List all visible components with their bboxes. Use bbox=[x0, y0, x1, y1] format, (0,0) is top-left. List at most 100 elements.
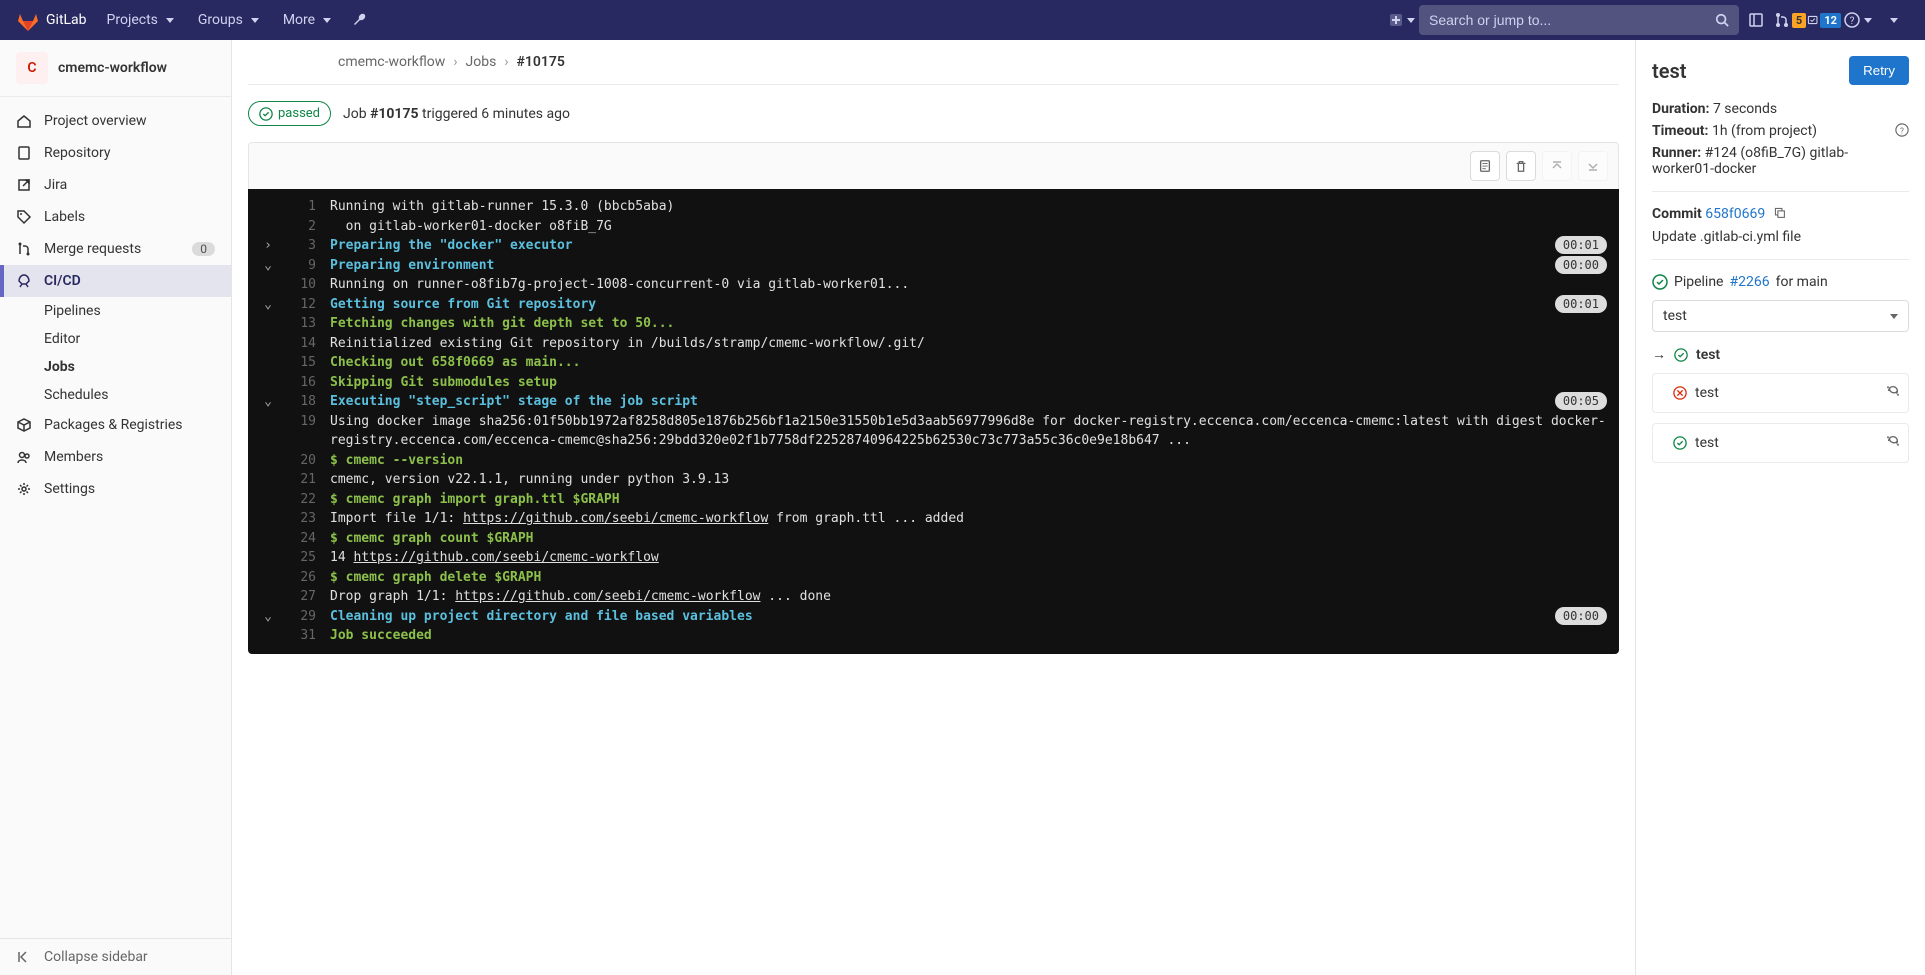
chevron-down-icon[interactable]: ⌄ bbox=[260, 295, 276, 315]
sidebar-item-packages-registries[interactable]: Packages & Registries bbox=[0, 409, 231, 441]
brand-text: GitLab bbox=[46, 12, 87, 28]
log-line: 2514 https://github.com/seebi/cmemc-work… bbox=[248, 548, 1619, 568]
sidebar-sub-jobs[interactable]: Jobs bbox=[0, 353, 231, 381]
log-line: ⌄12Getting source from Git repository00:… bbox=[248, 295, 1619, 315]
retry-icon[interactable] bbox=[1886, 384, 1900, 402]
sidebar-item-settings[interactable]: Settings bbox=[0, 473, 231, 505]
erase-log-button[interactable] bbox=[1506, 151, 1536, 181]
project-avatar: C bbox=[16, 52, 48, 84]
topbar: GitLab Projects Groups More 5 12 ? bbox=[0, 0, 1925, 40]
svg-text:?: ? bbox=[1850, 16, 1855, 27]
duration-pill: 00:00 bbox=[1555, 607, 1607, 625]
log-line: 13Fetching changes with git depth set to… bbox=[248, 314, 1619, 334]
collapse-sidebar[interactable]: Collapse sidebar bbox=[0, 938, 231, 975]
retry-icon[interactable] bbox=[1886, 434, 1900, 452]
home-icon bbox=[16, 113, 32, 129]
main-content: cmemc-workflow › Jobs › #10175 passed Jo… bbox=[232, 40, 1635, 975]
plus-icon[interactable] bbox=[1385, 0, 1419, 40]
chevron-right-icon[interactable]: › bbox=[260, 236, 276, 256]
user-menu[interactable] bbox=[1875, 0, 1909, 40]
stage-select[interactable]: test bbox=[1652, 300, 1909, 332]
log-toolbar bbox=[248, 142, 1619, 189]
sidebar-item-project-overview[interactable]: Project overview bbox=[0, 105, 231, 137]
log-line: 15Checking out 658f0669 as main... bbox=[248, 353, 1619, 373]
search-box[interactable] bbox=[1419, 5, 1739, 35]
svg-text:?: ? bbox=[1900, 127, 1904, 136]
duration-pill: 00:05 bbox=[1555, 392, 1607, 410]
x-circle-icon bbox=[1673, 386, 1687, 400]
job-log[interactable]: 1Running with gitlab-runner 15.3.0 (bbcb… bbox=[248, 189, 1619, 654]
retry-button[interactable]: Retry bbox=[1849, 56, 1909, 85]
wrench-icon[interactable] bbox=[343, 0, 377, 40]
sidebar-header[interactable]: C cmemc-workflow bbox=[0, 40, 231, 97]
log-line: 27Drop graph 1/1: https://github.com/see… bbox=[248, 587, 1619, 607]
chevron-down-icon[interactable]: ⌄ bbox=[260, 392, 276, 412]
log-line: 24$ cmemc graph count $GRAPH bbox=[248, 529, 1619, 549]
sidebar-item-members[interactable]: Members bbox=[0, 441, 231, 473]
commit-message: Update .gitlab-ci.yml file bbox=[1652, 229, 1909, 245]
raw-log-button[interactable] bbox=[1470, 151, 1500, 181]
merge-icon bbox=[16, 241, 32, 257]
pipeline-link[interactable]: #2266 bbox=[1730, 274, 1770, 290]
log-line: 10Running on runner-o8fib7g-project-1008… bbox=[248, 275, 1619, 295]
log-line: 14Reinitialized existing Git repository … bbox=[248, 334, 1619, 354]
merge-requests-icon[interactable]: 5 bbox=[1773, 0, 1807, 40]
duration-pill: 00:01 bbox=[1555, 295, 1607, 313]
check-circle-icon bbox=[259, 107, 273, 121]
pipeline-row: Pipeline #2266 for main bbox=[1652, 274, 1909, 290]
log-line: 16Skipping Git submodules setup bbox=[248, 373, 1619, 393]
panel-title: test bbox=[1652, 59, 1686, 83]
search-icon bbox=[1715, 13, 1729, 27]
scroll-bottom-button[interactable] bbox=[1578, 151, 1608, 181]
sidebar-sub-schedules[interactable]: Schedules bbox=[0, 381, 231, 409]
gitlab-icon bbox=[16, 8, 40, 32]
gear-icon bbox=[16, 481, 32, 497]
sidebar-item-repository[interactable]: Repository bbox=[0, 137, 231, 169]
help-icon[interactable]: ? bbox=[1895, 123, 1909, 141]
log-line: ⌄9Preparing environment00:00 bbox=[248, 256, 1619, 276]
sidebar-item-merge-requests[interactable]: Merge requests0 bbox=[0, 233, 231, 265]
gitlab-logo[interactable]: GitLab bbox=[16, 8, 87, 32]
check-circle-icon bbox=[1673, 436, 1687, 450]
commit-sha-link[interactable]: 658f0669 bbox=[1705, 206, 1765, 222]
runner-row: Runner: #124 (o8fiB_7G) gitlab-worker01-… bbox=[1652, 145, 1909, 177]
pipeline-job[interactable]: test bbox=[1652, 373, 1909, 413]
timeout-row: Timeout: 1h (from project) ? bbox=[1652, 123, 1909, 139]
log-line: 19Using docker image sha256:01f50bb1972a… bbox=[248, 412, 1619, 451]
log-line: 22$ cmemc graph import graph.ttl $GRAPH bbox=[248, 490, 1619, 510]
nav-projects[interactable]: Projects bbox=[95, 0, 186, 40]
scroll-top-button[interactable] bbox=[1542, 151, 1572, 181]
sidebar-item-labels[interactable]: Labels bbox=[0, 201, 231, 233]
pipeline-job[interactable]: test bbox=[1652, 423, 1909, 463]
search-input[interactable] bbox=[1429, 12, 1715, 28]
issues-icon[interactable] bbox=[1739, 0, 1773, 40]
users-icon bbox=[16, 449, 32, 465]
breadcrumb: cmemc-workflow › Jobs › #10175 bbox=[248, 40, 1619, 85]
chevron-left-icon bbox=[16, 949, 32, 965]
log-line: 1Running with gitlab-runner 15.3.0 (bbcb… bbox=[248, 197, 1619, 217]
log-line: 2 on gitlab-worker01-docker o8fiB_7G bbox=[248, 217, 1619, 237]
doc-icon bbox=[16, 145, 32, 161]
breadcrumb-item[interactable]: Jobs bbox=[466, 54, 497, 70]
todos-icon[interactable]: 12 bbox=[1807, 0, 1841, 40]
sidebar-sub-pipelines[interactable]: Pipelines bbox=[0, 297, 231, 325]
sidebar-item-jira[interactable]: Jira bbox=[0, 169, 231, 201]
status-badge: passed bbox=[248, 101, 331, 126]
stage-header: → test bbox=[1652, 346, 1909, 363]
copy-icon[interactable] bbox=[1773, 206, 1787, 223]
nav-groups[interactable]: Groups bbox=[186, 0, 271, 40]
log-line: 20$ cmemc --version bbox=[248, 451, 1619, 471]
chevron-down-icon[interactable]: ⌄ bbox=[260, 607, 276, 627]
job-title: Job #10175 triggered 6 minutes ago bbox=[343, 106, 570, 122]
help-icon[interactable]: ? bbox=[1841, 0, 1875, 40]
breadcrumb-current: #10175 bbox=[517, 54, 565, 70]
nav-more[interactable]: More bbox=[271, 0, 343, 40]
duration-pill: 00:00 bbox=[1555, 256, 1607, 274]
chevron-down-icon[interactable]: ⌄ bbox=[260, 256, 276, 276]
check-circle-icon bbox=[1674, 348, 1688, 362]
sidebar-item-ci-cd[interactable]: CI/CD bbox=[0, 265, 231, 297]
breadcrumb-item[interactable]: cmemc-workflow bbox=[338, 54, 445, 70]
job-details-panel: test Retry Duration: 7 seconds Timeout: … bbox=[1635, 40, 1925, 975]
sidebar-sub-editor[interactable]: Editor bbox=[0, 325, 231, 353]
log-line: 26$ cmemc graph delete $GRAPH bbox=[248, 568, 1619, 588]
